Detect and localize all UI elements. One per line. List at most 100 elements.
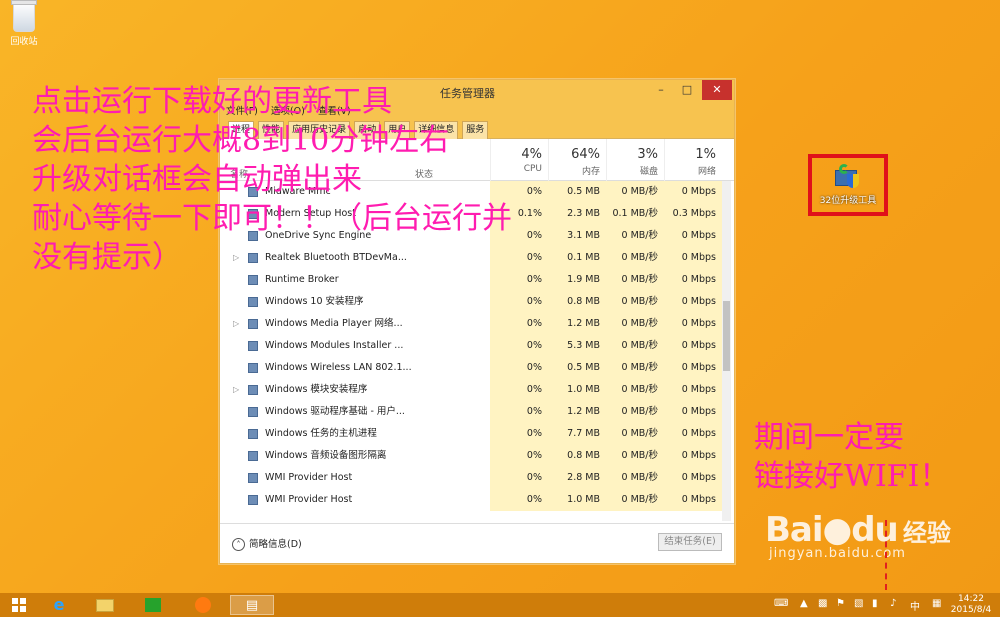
process-network: 0 Mbps (664, 401, 722, 423)
process-icon (248, 385, 258, 395)
process-name: Windows 10 安装程序 (265, 296, 364, 307)
annotation-line: 链接好WIFI！ (754, 459, 950, 494)
process-memory: 0.5 MB (548, 357, 606, 379)
process-disk: 0 MB/秒 (606, 467, 664, 489)
battery-icon[interactable]: ▮ (872, 598, 878, 609)
process-icon (248, 363, 258, 373)
column-disk[interactable]: 3% 磁盘 (606, 139, 664, 181)
column-memory[interactable]: 64% 内存 (548, 139, 606, 181)
process-disk: 0 MB/秒 (606, 313, 664, 335)
scrollbar-thumb[interactable] (723, 301, 730, 371)
maximize-icon[interactable]: □ (674, 80, 700, 100)
process-memory: 2.3 MB (548, 203, 606, 225)
watermark-url: jingyan.baidu.com (769, 546, 906, 561)
clock-time: 14:22 (958, 594, 984, 604)
process-memory: 1.9 MB (548, 269, 606, 291)
baidu-watermark: Bai●du 经验 jingyan.baidu.com (765, 510, 951, 561)
task-manager-taskbar-icon[interactable]: ▤ (230, 595, 274, 615)
process-name: WMI Provider Host (265, 494, 353, 505)
process-network: 0 Mbps (664, 423, 722, 445)
process-memory: 1.2 MB (548, 313, 606, 335)
expand-arrow-icon[interactable]: ▷ (233, 313, 239, 335)
process-name: Windows 任务的主机进程 (265, 428, 377, 439)
keyboard-icon[interactable]: ⌨ (774, 598, 788, 609)
process-name: Windows 驱动程序基础 - 用户... (265, 406, 405, 417)
annotation-line: 升级对话框会自动弹出来 (32, 162, 362, 197)
process-row[interactable]: Windows Wireless LAN 802.1... 0% 0.5 MB 0 M… (220, 357, 722, 379)
notification-icon[interactable]: ▦ (932, 598, 941, 609)
process-row[interactable]: ▷ Windows 模块安装程序 0% 1.0 MB 0 MB/秒 0 Mbps (220, 379, 722, 401)
column-network[interactable]: 1% 网络 (664, 139, 722, 181)
disk-label: 磁盘 (639, 167, 658, 177)
process-icon (248, 429, 258, 439)
updater-desktop-icon[interactable]: 32位升级工具 (808, 154, 888, 216)
network-total: 1% (695, 147, 716, 162)
watermark-brand: Bai (765, 510, 824, 550)
flag-icon[interactable]: ⚑ (836, 598, 845, 609)
close-icon[interactable]: ✕ (702, 80, 732, 100)
process-row[interactable]: Windows 任务的主机进程 0% 7.7 MB 0 MB/秒 0 Mbps (220, 423, 722, 445)
disk-total: 3% (637, 147, 658, 162)
process-cpu: 0% (490, 423, 548, 445)
process-memory: 2.8 MB (548, 467, 606, 489)
less-details-label: 简略信息(D) (249, 539, 302, 550)
minimize-icon[interactable]: – (648, 80, 674, 100)
process-row[interactable]: Windows Modules Installer ... 0% 5.3 MB 0 M… (220, 335, 722, 357)
process-network: 0.3 Mbps (664, 203, 722, 225)
instruction-annotation: 点击运行下载好的更新工具 会后台运行大概8到10分钟左右 升级对话框会自动弹出来 耐心… (32, 82, 512, 277)
up-arrow-icon[interactable]: ▲ (800, 598, 808, 609)
chevron-up-icon: ˄ (232, 538, 245, 551)
process-cpu: 0% (490, 445, 548, 467)
scrollbar[interactable] (722, 181, 731, 521)
process-row[interactable]: WMI Provider Host 0% 1.0 MB 0 MB/秒 0 Mbps (220, 489, 722, 511)
internet-explorer-icon[interactable]: e (42, 595, 76, 615)
windows-flag-icon[interactable]: ▩ (818, 598, 827, 609)
recycle-bin-label: 回收站 (10, 37, 38, 47)
trash-icon (11, 0, 37, 32)
process-cpu: 0% (490, 291, 548, 313)
file-explorer-icon[interactable] (88, 595, 122, 615)
recycle-bin-icon[interactable]: 回收站 (4, 0, 44, 47)
process-row[interactable]: Windows 音频设备图形隔离 0% 0.8 MB 0 MB/秒 0 Mbps (220, 445, 722, 467)
store-icon[interactable] (136, 595, 170, 615)
annotation-line: 没有提示） (32, 240, 182, 275)
process-cpu: 0% (490, 357, 548, 379)
watermark-cn: 经验 (902, 519, 951, 547)
process-icon (248, 451, 258, 461)
process-cpu: 0% (490, 489, 548, 511)
red-dashed-line (885, 520, 887, 590)
less-details-button[interactable]: ˄ 简略信息(D) (232, 536, 302, 551)
process-network: 0 Mbps (664, 489, 722, 511)
updater-label: 32位升级工具 (819, 196, 877, 206)
orange-app-icon[interactable] (186, 595, 220, 615)
annotation-line: 会后台运行大概8到10分钟左右 (32, 123, 450, 158)
process-icon (248, 473, 258, 483)
volume-icon[interactable]: ♪ (890, 598, 896, 609)
ime-indicator[interactable]: 中 (910, 598, 920, 613)
process-disk: 0 MB/秒 (606, 225, 664, 247)
process-network: 0 Mbps (664, 291, 722, 313)
process-name: Windows Modules Installer ... (265, 340, 404, 351)
network-icon[interactable]: ▧ (854, 598, 863, 609)
process-network: 0 Mbps (664, 313, 722, 335)
end-task-button[interactable]: 结束任务(E) (658, 533, 722, 551)
process-disk: 0.1 MB/秒 (606, 203, 664, 225)
process-disk: 0 MB/秒 (606, 379, 664, 401)
expand-arrow-icon[interactable]: ▷ (233, 379, 239, 401)
annotation-line: 点击运行下载好的更新工具 (32, 84, 392, 119)
network-label: 网络 (697, 167, 716, 177)
process-row[interactable]: ▷ Windows Media Player 网络... 0% 1.2 MB 0 MB/… (220, 313, 722, 335)
process-disk: 0 MB/秒 (606, 269, 664, 291)
process-row[interactable]: Windows 10 安装程序 0% 0.8 MB 0 MB/秒 0 Mbps (220, 291, 722, 313)
process-row[interactable]: WMI Provider Host 0% 2.8 MB 0 MB/秒 0 Mbps (220, 467, 722, 489)
process-memory: 3.1 MB (548, 225, 606, 247)
process-name: Windows 音频设备图形隔离 (265, 450, 387, 461)
process-cpu: 0% (490, 401, 548, 423)
memory-label: 内存 (581, 167, 600, 177)
process-disk: 0 MB/秒 (606, 291, 664, 313)
process-icon (248, 407, 258, 417)
process-row[interactable]: Windows 驱动程序基础 - 用户... 0% 1.2 MB 0 MB/秒 0 Mb… (220, 401, 722, 423)
start-button[interactable] (2, 595, 36, 615)
clock[interactable]: 14:22 2015/8/4 (948, 594, 994, 616)
update-tool-icon (835, 164, 861, 190)
